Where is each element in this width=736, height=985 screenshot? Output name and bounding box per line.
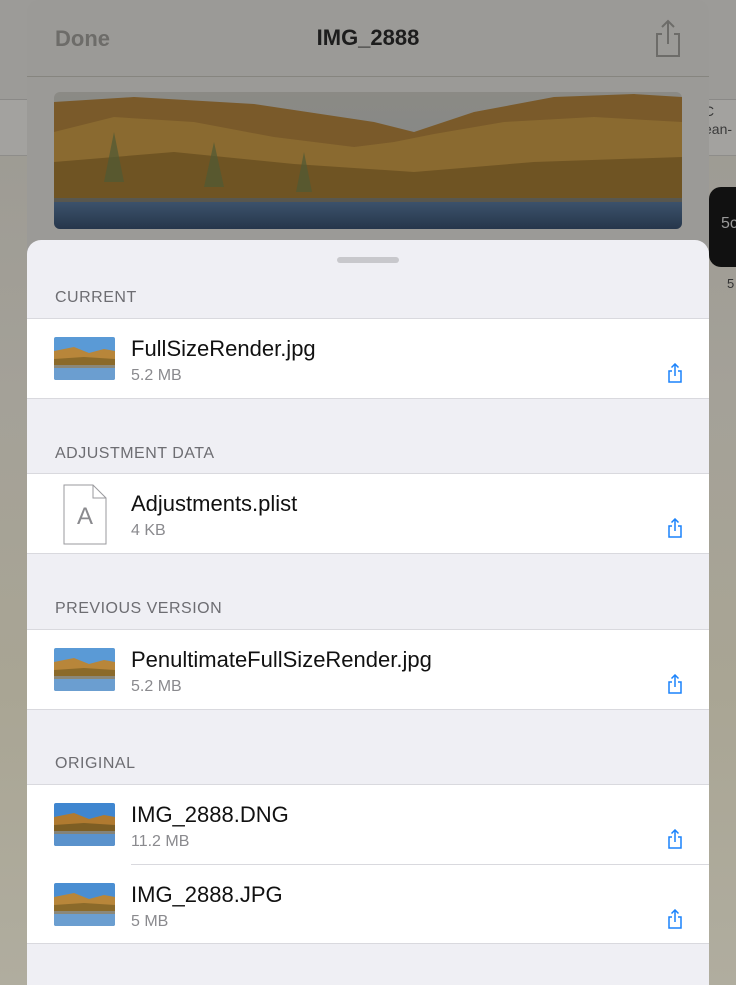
file-size: 5.2 MB (131, 678, 182, 695)
section-previous-version: PenultimateFullSizeRender.jpg 5.2 MB (27, 629, 709, 710)
viewer-title: IMG_2888 (316, 25, 420, 50)
file-name: FullSizeRender.jpg (131, 336, 316, 361)
section-header-original: ORIGINAL (55, 755, 136, 772)
list-item[interactable]: IMG_2888.DNG 11.2 MB (27, 785, 709, 864)
share-icon[interactable] (667, 518, 683, 538)
photo-viewer: Done IMG_2888 (27, 0, 709, 260)
file-name: IMG_2888.JPG (131, 882, 283, 907)
viewer-header: Done IMG_2888 (27, 0, 709, 77)
photo-thumbnail-icon (54, 648, 115, 691)
background-tile: 5c (709, 187, 736, 267)
list-item[interactable]: FullSizeRender.jpg 5.2 MB (27, 319, 709, 398)
file-name: Adjustments.plist (131, 491, 298, 516)
photo-preview (54, 92, 682, 229)
section-current: FullSizeRender.jpg 5.2 MB (27, 318, 709, 399)
background-sub-text: 5 (727, 276, 735, 291)
document-icon: A (63, 484, 107, 545)
section-header-previous-version: PREVIOUS VERSION (55, 600, 223, 617)
file-versions-sheet: CURRENT FullSizeRender.jpg 5.2 MB ADJUST… (27, 240, 709, 985)
list-item[interactable]: IMG_2888.JPG 5 MB (27, 864, 709, 943)
file-name: IMG_2888.DNG (131, 802, 289, 827)
file-size: 5 MB (131, 913, 169, 930)
section-original: IMG_2888.DNG 11.2 MB IMG_2888.JPG 5 MB (27, 784, 709, 944)
file-size: 11.2 MB (131, 833, 190, 850)
share-icon[interactable] (667, 909, 683, 929)
share-icon[interactable] (667, 674, 683, 694)
section-adjustment-data: A Adjustments.plist 4 KB (27, 473, 709, 554)
sheet-grabber[interactable] (337, 257, 399, 263)
background-tile-text: 5c (721, 215, 736, 232)
share-icon[interactable] (667, 829, 683, 849)
file-name: PenultimateFullSizeRender.jpg (131, 647, 432, 672)
photo-thumbnail-icon (54, 803, 115, 846)
file-size: 4 KB (131, 522, 166, 539)
list-item[interactable]: PenultimateFullSizeRender.jpg 5.2 MB (27, 630, 709, 709)
file-size: 5.2 MB (131, 367, 182, 384)
share-icon[interactable] (667, 363, 683, 383)
list-item[interactable]: A Adjustments.plist 4 KB (27, 474, 709, 553)
photo-thumbnail-icon (54, 337, 115, 380)
document-letter: A (77, 503, 93, 530)
photo-thumbnail-icon (54, 883, 115, 926)
share-icon[interactable] (653, 18, 683, 58)
section-header-current: CURRENT (55, 289, 137, 306)
section-header-adjustment-data: ADJUSTMENT DATA (55, 445, 215, 462)
